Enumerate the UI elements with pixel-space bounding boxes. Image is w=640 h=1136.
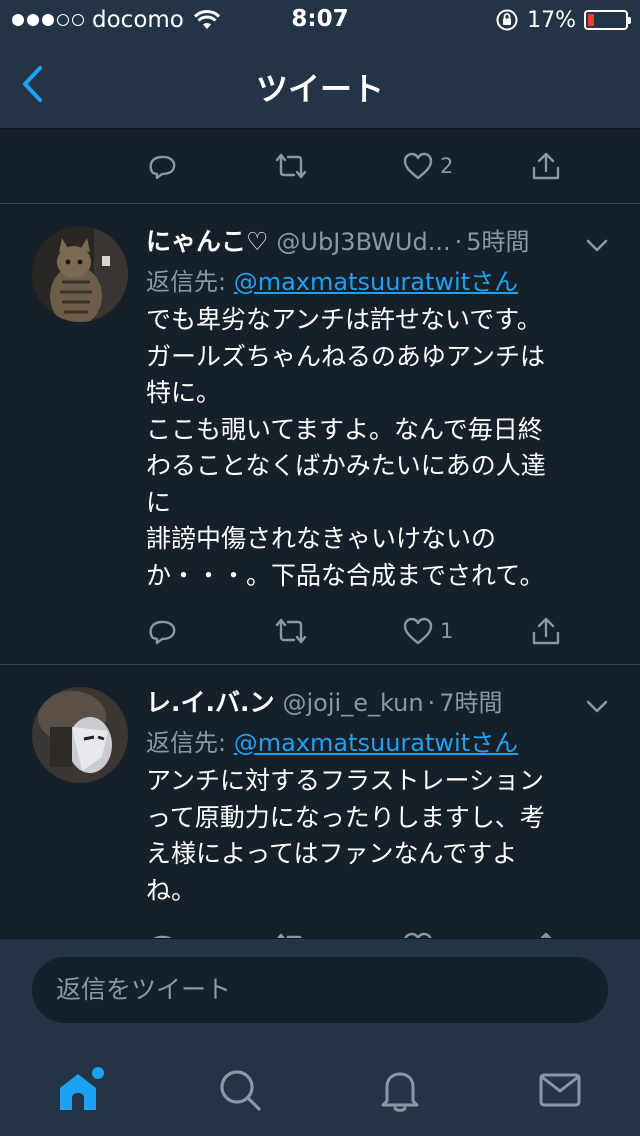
home-icon (60, 1067, 104, 1110)
like-count: 1 (440, 619, 454, 643)
reply-to-handle[interactable]: @maxmatsuuratwitさん (234, 729, 518, 757)
share-button[interactable] (530, 141, 562, 191)
share-button[interactable] (530, 606, 562, 656)
reply-button[interactable] (146, 141, 178, 191)
orientation-lock-icon (496, 9, 518, 31)
cat-avatar-image (32, 226, 128, 322)
reply-to-line: 返信先: @maxmatsuuratwitさん (146, 723, 606, 763)
heart-icon (403, 617, 433, 645)
tab-messages[interactable] (530, 1060, 590, 1120)
battery-icon (584, 10, 631, 30)
retweet-button[interactable] (273, 141, 309, 191)
reply-composer-bar: 返信をツイート (0, 938, 640, 1041)
tweet-header: にゃんこ♡ @UbJ3BWUd... · 5時間 (146, 222, 606, 262)
bell-icon (381, 1072, 419, 1112)
navigation-bar: ツイート (0, 40, 640, 129)
display-name[interactable]: レ.イ.バ.ン (146, 683, 275, 719)
tweet-item[interactable]: にゃんこ♡ @UbJ3BWUd... · 5時間 返信先: @maxmatsuu… (0, 204, 640, 665)
battery-level (588, 14, 595, 26)
like-button[interactable]: 2 (402, 141, 453, 191)
retweet-button[interactable] (273, 606, 309, 656)
avatar[interactable] (32, 687, 128, 783)
timestamp[interactable]: 5時間 (466, 222, 529, 257)
retweet-button[interactable] (273, 921, 309, 938)
tab-notifications[interactable] (370, 1060, 430, 1120)
tab-home[interactable] (50, 1060, 110, 1120)
like-button[interactable] (402, 921, 434, 938)
retweet-icon (277, 933, 302, 938)
separator: · (454, 228, 463, 256)
chevron-down-icon[interactable] (584, 693, 610, 719)
tweet-text: でも卑劣なアンチは許せないです。 ガールズちゃんねるのあゆアンチは 特に。 ここ… (146, 305, 546, 590)
tweet-text: アンチに対するフラストレーション って原動力になったりしますし、考 え様によって… (146, 766, 545, 905)
user-handle[interactable]: @joji_e_kun (283, 689, 424, 717)
tweet-header: レ.イ.バ.ン @joji_e_kun · 7時間 (146, 683, 606, 723)
like-button[interactable]: 1 (402, 606, 453, 656)
mail-icon (539, 1073, 581, 1107)
status-bar: docomo 8:07 17% (0, 0, 640, 40)
search-icon (220, 1070, 261, 1111)
action-bar: 2 (0, 141, 640, 191)
reply-input[interactable]: 返信をツイート (32, 957, 608, 1023)
retweet-icon (275, 618, 307, 644)
share-icon (540, 932, 552, 938)
tweet-item[interactable]: レ.イ.バ.ン @joji_e_kun · 7時間 返信先: @maxmatsu… (0, 665, 640, 938)
battery-percent: 17% (527, 7, 576, 33)
reply-to-handle[interactable]: @maxmatsuuratwitさん (234, 268, 518, 296)
reply-to-line: 返信先: @maxmatsuuratwitさん (146, 262, 606, 302)
heart-icon (403, 152, 433, 180)
reply-prefix: 返信先: (146, 268, 234, 296)
tweet-body: にゃんこ♡ @UbJ3BWUd... · 5時間 返信先: @maxmatsuu… (146, 222, 606, 594)
page-title: ツイート (255, 70, 384, 108)
separator: · (427, 689, 436, 717)
retweet-icon (275, 153, 307, 179)
timestamp[interactable]: 7時間 (439, 683, 502, 718)
reply-icon (149, 620, 176, 645)
reply-icon (149, 155, 176, 180)
tweet-body: レ.イ.バ.ン @joji_e_kun · 7時間 返信先: @maxmatsu… (146, 683, 606, 909)
tab-bar (0, 1040, 640, 1136)
chevron-down-icon[interactable] (584, 232, 610, 258)
share-button[interactable] (530, 921, 562, 938)
display-name[interactable]: にゃんこ♡ (146, 222, 268, 258)
action-bar: 1 (0, 606, 640, 656)
action-bar (0, 921, 640, 938)
reply-button[interactable] (146, 606, 178, 656)
reply-icon (154, 935, 172, 938)
like-count: 2 (440, 154, 454, 178)
masked-face-avatar-image (32, 687, 128, 783)
user-handle[interactable]: @UbJ3BWUd... (276, 228, 450, 256)
heart-icon (404, 932, 432, 938)
reply-prefix: 返信先: (146, 729, 234, 757)
share-icon (532, 617, 560, 645)
previous-tweet-actions: 2 (0, 129, 640, 204)
reply-button[interactable] (146, 921, 178, 938)
avatar[interactable] (32, 226, 128, 322)
tab-search[interactable] (210, 1060, 270, 1120)
status-right: 17% (495, 6, 631, 34)
tweet-thread[interactable]: 2 にゃんこ♡ @UbJ3BWUd... · 5時間 返信先: @maxmats… (0, 129, 640, 938)
share-icon (532, 152, 560, 180)
